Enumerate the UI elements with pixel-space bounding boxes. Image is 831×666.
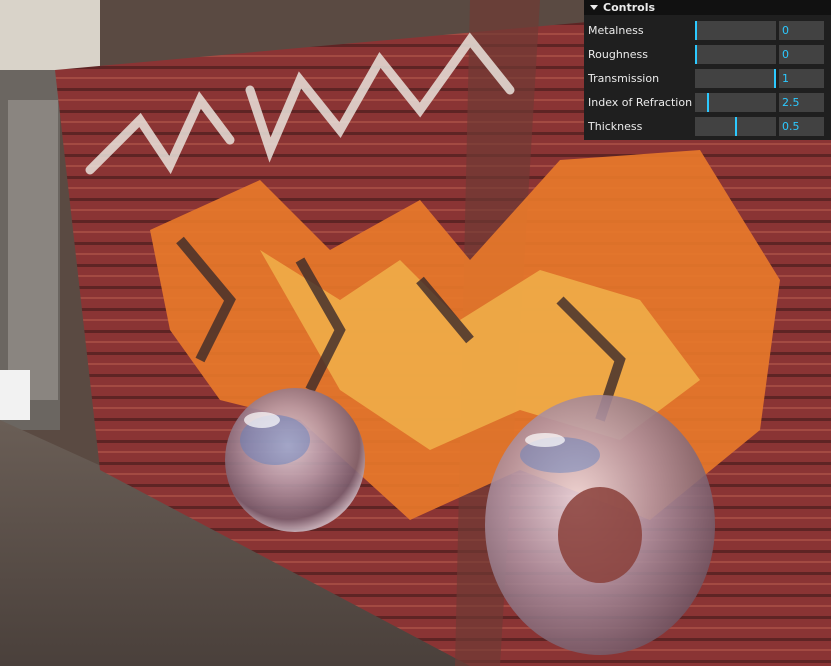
transmission-control: Transmission 1	[584, 66, 831, 90]
roughness-label: Roughness	[588, 47, 649, 61]
thickness-slider-thumb[interactable]	[735, 116, 737, 136]
ior-control: Index of Refraction 2.5	[584, 90, 831, 114]
transmission-label: Transmission	[588, 71, 660, 85]
controls-title: Controls	[603, 1, 656, 14]
roughness-slider[interactable]	[695, 44, 776, 64]
transmission-slider[interactable]	[695, 68, 776, 88]
transmission-input[interactable]: 1	[779, 68, 824, 88]
ior-slider-thumb[interactable]	[707, 92, 709, 112]
chevron-down-icon	[590, 5, 598, 10]
transmission-slider-thumb[interactable]	[774, 68, 776, 88]
thickness-label: Thickness	[588, 119, 643, 133]
thickness-control: Thickness 0.5	[584, 114, 831, 138]
ior-slider[interactable]	[695, 92, 776, 112]
controls-header[interactable]: Controls	[584, 0, 831, 15]
ior-label: Index of Refraction	[588, 95, 693, 109]
roughness-control: Roughness 0	[584, 42, 831, 66]
roughness-input[interactable]: 0	[779, 44, 824, 64]
metalness-slider-thumb[interactable]	[695, 20, 697, 40]
ior-input[interactable]: 2.5	[779, 92, 824, 112]
thickness-slider[interactable]	[695, 116, 776, 136]
metalness-label: Metalness	[588, 23, 644, 37]
thickness-input[interactable]: 0.5	[779, 116, 824, 136]
roughness-slider-thumb[interactable]	[695, 44, 697, 64]
metalness-slider[interactable]	[695, 20, 776, 40]
controls-panel: Controls Metalness 0 Roughness 0 Transmi…	[584, 0, 831, 140]
metalness-input[interactable]: 0	[779, 20, 824, 40]
metalness-control: Metalness 0	[584, 18, 831, 42]
